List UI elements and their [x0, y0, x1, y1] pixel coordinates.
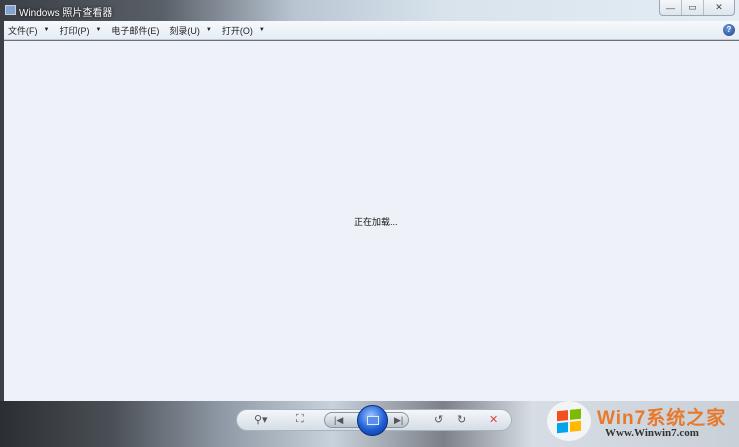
menu-open[interactable]: 打开(O) ▼	[222, 24, 265, 37]
help-icon[interactable]: ?	[723, 24, 735, 36]
title-bar: Windows 照片查看器 — ▭ ✕	[0, 0, 739, 21]
next-icon[interactable]: ▶|	[394, 415, 403, 426]
previous-icon[interactable]: |◀	[334, 415, 343, 426]
watermark-url: Www.Winwin7.com	[605, 427, 699, 439]
menu-file[interactable]: 文件(F) ▼	[8, 24, 49, 37]
fit-window-icon[interactable]: ⛶	[296, 413, 304, 426]
rotate-cw-icon[interactable]: ↻	[457, 413, 466, 426]
window-controls: — ▭ ✕	[659, 0, 735, 16]
chevron-down-icon: ▼	[95, 27, 102, 33]
menu-label: 电子邮件(E)	[111, 25, 160, 36]
menu-print[interactable]: 打印(P) ▼	[59, 24, 101, 37]
image-view: 正在加载...	[4, 41, 739, 401]
chevron-down-icon: ▼	[205, 27, 212, 33]
zoom-icon[interactable]: ⚲▾	[254, 413, 268, 426]
windows-flag-icon	[557, 408, 581, 434]
delete-icon[interactable]: ✕	[489, 413, 498, 426]
window-title: Windows 照片查看器	[19, 8, 113, 19]
menu-burn[interactable]: 刻录(U) ▼	[169, 24, 211, 37]
chevron-down-icon: ▼	[43, 27, 50, 33]
restore-button[interactable]: ▭	[682, 0, 704, 15]
close-button[interactable]: ✕	[704, 0, 734, 15]
slideshow-button[interactable]	[357, 405, 388, 436]
loading-text: 正在加载...	[354, 217, 398, 227]
rotate-ccw-icon[interactable]: ↺	[434, 413, 443, 426]
menu-label: 文件(F)	[8, 25, 38, 36]
menu-label: 刻录(U)	[169, 25, 200, 36]
menu-label: 打开(O)	[221, 25, 253, 36]
menu-bar: 文件(F) ▼ 打印(P) ▼ 电子邮件(E) 刻录(U) ▼ 打开(O) ▼ ?	[4, 21, 739, 40]
chevron-down-icon: ▼	[258, 27, 265, 33]
app-icon	[5, 5, 16, 15]
menu-label: 打印(P)	[59, 25, 90, 36]
menu-email[interactable]: 电子邮件(E)	[111, 24, 159, 37]
minimize-button[interactable]: —	[660, 0, 682, 15]
watermark-title: Win7系统之家	[597, 408, 727, 429]
slideshow-icon	[367, 416, 379, 425]
